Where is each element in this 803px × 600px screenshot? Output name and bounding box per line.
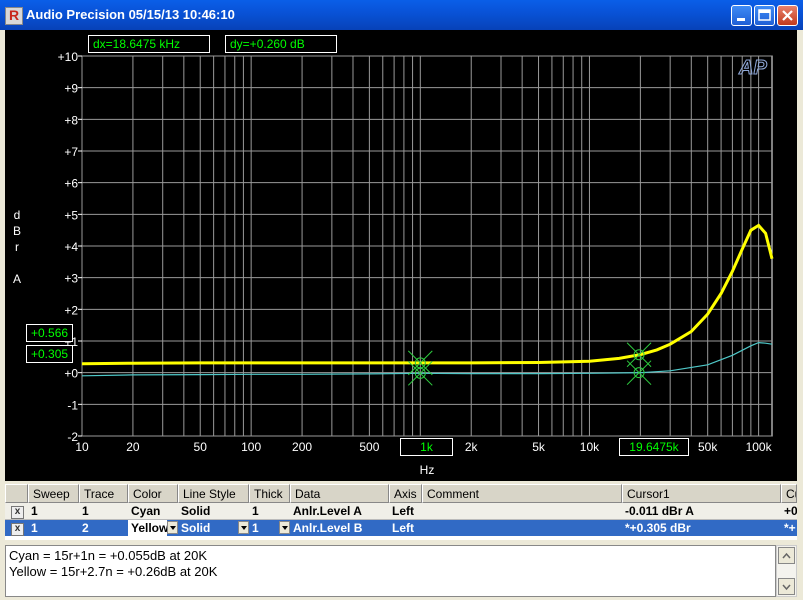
y-tick-label: +4 bbox=[64, 240, 78, 254]
cell-color[interactable]: Cyan bbox=[128, 503, 178, 519]
table-header-line-style[interactable]: Line Style bbox=[178, 484, 249, 503]
table-header-cursor1[interactable]: Cursor1 bbox=[622, 484, 781, 503]
cell-trace[interactable]: 2 bbox=[79, 520, 128, 536]
y-axis-label: r bbox=[15, 240, 19, 254]
y-axis-label: B bbox=[13, 224, 21, 238]
x-tick-label: 20 bbox=[126, 440, 140, 454]
cell-cursor1[interactable]: -0.011 dBr A bbox=[622, 503, 781, 519]
y-tick-label: +8 bbox=[64, 113, 78, 127]
cell-comment[interactable] bbox=[422, 520, 622, 536]
arrow-up-icon bbox=[782, 552, 791, 559]
cell-axis[interactable]: Left bbox=[389, 503, 422, 519]
cell-sweep[interactable]: 1 bbox=[28, 520, 79, 536]
y-tick-label: -1 bbox=[67, 398, 78, 412]
y-tick-label: +10 bbox=[58, 50, 79, 64]
row-checkbox[interactable]: x bbox=[11, 506, 24, 519]
color-dropdown-icon[interactable] bbox=[167, 521, 178, 534]
note-line: Cyan = 15r+1n = +0.055dB at 20K bbox=[9, 548, 208, 563]
color-select[interactable]: Yellow bbox=[128, 520, 167, 536]
y-tick-label: +6 bbox=[64, 177, 78, 191]
row-checkbox[interactable]: x bbox=[11, 523, 24, 536]
table-header-color[interactable]: Color bbox=[128, 484, 178, 503]
cell-cursor2[interactable]: +0 bbox=[781, 503, 797, 519]
y-axis-label: d bbox=[14, 208, 21, 222]
cursor-y1-readout: +0.566 bbox=[26, 324, 74, 342]
scroll-up-button[interactable] bbox=[778, 547, 795, 564]
trace-table[interactable]: Sweep Trace Color Line Style Thick Data … bbox=[5, 484, 797, 540]
table-header-thick[interactable]: Thick bbox=[249, 484, 290, 503]
dy-readout: dy=+0.260 dB bbox=[225, 35, 337, 53]
cell-line-style[interactable]: Solid bbox=[178, 503, 249, 519]
x-tick-label: 200 bbox=[292, 440, 312, 454]
close-icon bbox=[782, 10, 793, 21]
thick-dropdown-icon[interactable] bbox=[279, 521, 290, 534]
y-tick-label: +5 bbox=[64, 208, 78, 222]
x-tick-label: 50 bbox=[194, 440, 208, 454]
cell-cursor2[interactable]: *+ bbox=[781, 520, 797, 536]
x-tick-label: 5k bbox=[532, 440, 546, 454]
x-tick-label: 2k bbox=[465, 440, 479, 454]
table-header-data[interactable]: Data bbox=[290, 484, 389, 503]
graph-panel[interactable]: -2 -1 +0 +1 +2 +3 +4 +5 +6 +7 +8 +9 +10 10 20 50 100 200 5… bbox=[5, 30, 797, 481]
table-header-sweep[interactable]: Sweep bbox=[28, 484, 79, 503]
cursor-y2-readout: +0.305 bbox=[26, 345, 74, 363]
window-title: Audio Precision 05/15/13 10:46:10 bbox=[26, 7, 235, 22]
table-header-trace[interactable]: Trace bbox=[79, 484, 128, 503]
x-tick-label: 100k bbox=[746, 440, 773, 454]
x-tick-label: 500 bbox=[359, 440, 379, 454]
line-style-select[interactable]: Solid bbox=[178, 520, 238, 536]
cell-comment[interactable] bbox=[422, 503, 622, 519]
y-tick-label: +7 bbox=[64, 145, 78, 159]
y-tick-label: +3 bbox=[64, 272, 78, 286]
note-line: Yellow = 15r+2.7n = +0.26dB at 20K bbox=[9, 564, 218, 579]
table-row[interactable]: x 1 1 Cyan Solid 1 Anlr.Level A Left -0.… bbox=[5, 503, 797, 520]
table-row[interactable]: x 1 2 Yellow Solid 1 Anlr.Level B Left *… bbox=[5, 520, 797, 536]
y-tick-label: +9 bbox=[64, 82, 78, 96]
cell-sweep[interactable]: 1 bbox=[28, 503, 79, 519]
minimize-button[interactable] bbox=[731, 5, 752, 26]
x-tick-label: 100 bbox=[241, 440, 261, 454]
close-button[interactable] bbox=[777, 5, 798, 26]
maximize-button[interactable] bbox=[754, 5, 775, 26]
table-header-check bbox=[5, 484, 28, 503]
line-style-dropdown-icon[interactable] bbox=[238, 521, 249, 534]
y-axis-label: A bbox=[13, 272, 21, 286]
dx-readout: dx=18.6475 kHz bbox=[88, 35, 210, 53]
notes-scrollbar[interactable] bbox=[776, 545, 797, 597]
cell-cursor1[interactable]: *+0.305 dBr bbox=[622, 520, 781, 536]
y-tick-label: +0 bbox=[64, 367, 78, 381]
x-tick-label: 10 bbox=[75, 440, 89, 454]
arrow-down-icon bbox=[782, 584, 791, 591]
maximize-icon bbox=[758, 9, 771, 21]
response-chart[interactable]: -2-1+0+1+2+3+4+5+6+7+8+9+1010 20 50 100 200 5… bbox=[5, 30, 797, 481]
x-tick-label: 10k bbox=[580, 440, 600, 454]
cell-data[interactable]: Anlr.Level A bbox=[290, 503, 389, 519]
thick-select[interactable]: 1 bbox=[249, 520, 279, 536]
cell-data[interactable]: Anlr.Level B bbox=[290, 520, 389, 536]
y-tick-label: +2 bbox=[64, 303, 78, 317]
x-tick-label: 50k bbox=[698, 440, 718, 454]
table-header-comment[interactable]: Comment bbox=[422, 484, 622, 503]
ap-logo: AP bbox=[738, 57, 767, 79]
x-axis-label: Hz bbox=[420, 463, 435, 477]
cursor-x2-readout: 19.6475k bbox=[619, 438, 689, 456]
table-header-axis[interactable]: Axis bbox=[389, 484, 422, 503]
cursor-x1-readout: 1k bbox=[400, 438, 453, 456]
cell-axis[interactable]: Left bbox=[389, 520, 422, 536]
notes-textbox[interactable]: Cyan = 15r+1n = +0.055dB at 20K Yellow =… bbox=[5, 545, 776, 597]
minimize-icon bbox=[737, 18, 745, 21]
table-header-cursor2[interactable]: Cu bbox=[781, 484, 797, 503]
scroll-down-button[interactable] bbox=[778, 578, 795, 595]
app-icon[interactable]: R bbox=[5, 7, 23, 25]
cell-trace[interactable]: 1 bbox=[79, 503, 128, 519]
cell-thick[interactable]: 1 bbox=[249, 503, 290, 519]
title-bar[interactable]: R Audio Precision 05/15/13 10:46:10 bbox=[0, 0, 803, 30]
